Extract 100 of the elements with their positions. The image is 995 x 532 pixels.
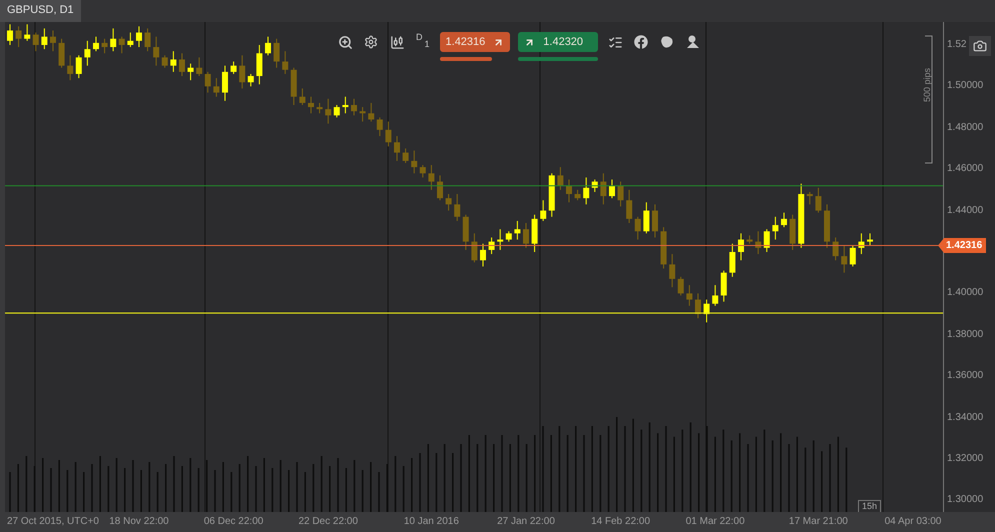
candlestick xyxy=(780,212,787,228)
candlestick xyxy=(608,179,615,199)
candlestick xyxy=(24,24,30,42)
candlestick xyxy=(334,104,340,118)
candlestick xyxy=(385,121,392,147)
candlestick xyxy=(694,292,701,319)
candlestick xyxy=(480,243,486,267)
sell-spread-bar xyxy=(440,57,492,61)
candlestick xyxy=(566,179,572,203)
candlestick xyxy=(162,54,168,68)
candlestick xyxy=(669,254,676,288)
sell-button[interactable]: 1.42316 xyxy=(440,32,510,52)
candlestick xyxy=(618,181,624,207)
price-axis-label: 1.38000 xyxy=(947,328,984,341)
buy-button[interactable]: 1.42320 xyxy=(518,32,598,52)
price-axis-label: 1.32000 xyxy=(947,453,984,465)
candlestick xyxy=(454,194,460,222)
current-price-tag: 1.42316 xyxy=(938,238,986,253)
candlestick xyxy=(350,98,357,116)
candlestick xyxy=(815,187,822,214)
candlestick xyxy=(652,204,658,238)
candlestick xyxy=(188,63,194,81)
candlestick xyxy=(678,276,684,296)
candlestick xyxy=(256,44,262,85)
time-axis-label: 17 Mar 21:00 xyxy=(788,516,848,528)
candle-countdown: 15h xyxy=(858,500,882,512)
candlestick xyxy=(446,194,452,212)
arrow-up-right-icon xyxy=(524,36,536,48)
time-axis-label: 27 Oct 2015, UTC+0 xyxy=(6,516,99,528)
candlestick xyxy=(6,24,13,46)
candlestick xyxy=(712,284,718,306)
candlestick xyxy=(170,50,176,72)
candlestick xyxy=(806,191,813,205)
candlestick xyxy=(316,102,323,114)
candlestick xyxy=(67,54,74,81)
ruler-label: 500 pips xyxy=(922,68,932,102)
candlestick xyxy=(92,36,99,52)
candlestick xyxy=(308,96,314,114)
time-axis-label: 10 Jan 2016 xyxy=(404,516,459,528)
candlestick xyxy=(274,38,280,68)
price-axis-label: 1.52 xyxy=(947,38,966,51)
candlestick xyxy=(136,26,142,48)
price-axis-label: 1.36000 xyxy=(947,370,984,382)
candlestick xyxy=(540,200,546,222)
candlestick xyxy=(402,148,409,164)
camera-icon[interactable] xyxy=(969,36,991,56)
candlestick xyxy=(376,116,383,137)
candlestick xyxy=(360,106,366,122)
time-axis-label: 18 Nov 22:00 xyxy=(109,516,169,528)
candlestick xyxy=(76,54,82,79)
candlestick xyxy=(866,232,873,246)
candlestick xyxy=(686,284,692,306)
price-axis-label: 1.50000 xyxy=(947,80,984,92)
candlestick xyxy=(239,54,246,89)
candlestick xyxy=(497,228,504,250)
candlestick xyxy=(282,50,288,74)
candlestick xyxy=(299,88,306,106)
price-axis-label: 1.34000 xyxy=(947,412,984,424)
candlestick xyxy=(574,189,581,201)
candlestick xyxy=(342,96,348,114)
price-axis-label: 1.40000 xyxy=(947,287,984,300)
candlestick xyxy=(764,228,770,252)
candlestick xyxy=(772,216,778,240)
time-axis-label: 04 Apr 03:00 xyxy=(884,516,942,528)
candlestick xyxy=(634,216,641,240)
arrow-up-right-icon xyxy=(493,36,504,48)
candlestick xyxy=(41,28,48,50)
candlestick xyxy=(178,52,185,77)
candlestick xyxy=(643,202,650,234)
candlestick xyxy=(58,38,65,68)
candlestick xyxy=(832,237,839,261)
time-axis-label: 27 Jan 22:00 xyxy=(497,516,555,528)
candlestick xyxy=(213,78,220,98)
candlestick xyxy=(102,38,108,54)
candlestick xyxy=(16,26,22,48)
candlestick xyxy=(394,136,400,162)
candlestick xyxy=(84,40,90,66)
candlestick xyxy=(436,174,443,201)
candlestick xyxy=(230,61,237,74)
candlestick xyxy=(583,176,590,205)
candlestick xyxy=(506,230,512,242)
candlestick xyxy=(428,164,434,190)
candlestick xyxy=(325,98,332,124)
candlestick xyxy=(850,245,856,267)
candlestick xyxy=(600,172,606,205)
price-axis-label: 1.30000 xyxy=(947,494,984,506)
candlestick xyxy=(411,150,418,174)
candlestick xyxy=(196,56,202,77)
candlestick xyxy=(729,243,736,278)
timeframe-button[interactable]: D 1 xyxy=(414,32,432,52)
candlestick xyxy=(118,36,125,54)
candlestick xyxy=(110,28,116,52)
price-axis-label: 1.46000 xyxy=(947,163,984,176)
candlestick xyxy=(368,102,374,122)
chart-tab[interactable]: GBPUSD, D1 xyxy=(0,0,81,22)
candlestick xyxy=(153,36,160,66)
candlestick xyxy=(204,71,211,94)
candlestick xyxy=(841,245,848,274)
candlestick xyxy=(626,189,632,224)
candlestick xyxy=(420,164,426,178)
